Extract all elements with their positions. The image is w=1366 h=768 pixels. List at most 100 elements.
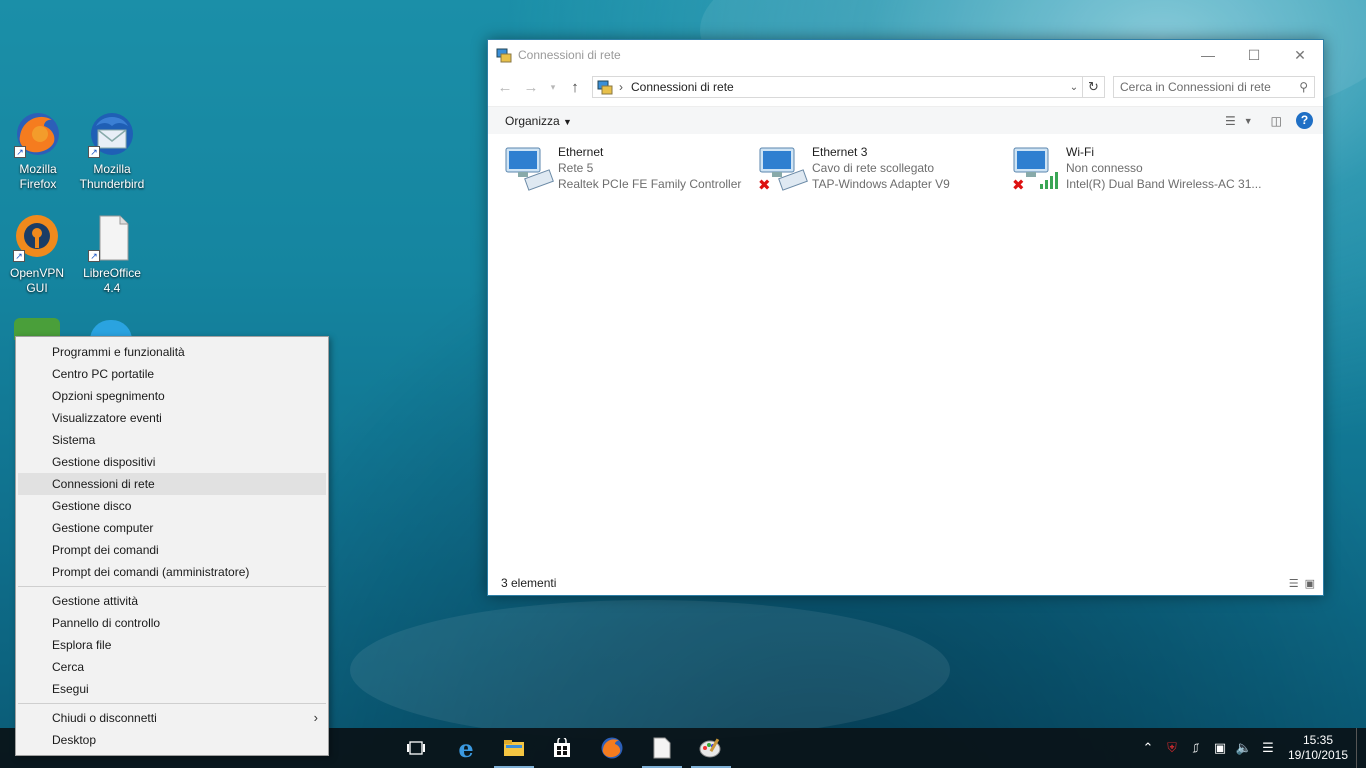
up-arrow-icon[interactable]: ↑ [566,79,584,96]
volume-icon[interactable]: 🔈 [1232,740,1256,756]
task-view-icon[interactable] [392,728,440,768]
minimize-icon[interactable]: — [1185,40,1231,70]
desktop-icon-label: 4.4 [103,281,121,295]
disconnected-x-icon: ✖ [758,177,771,194]
menu-item-prompt-dei-comandi-admin[interactable]: Prompt dei comandi (amministratore) [18,561,326,583]
search-box[interactable]: ⚲ [1113,76,1315,98]
search-input[interactable] [1120,80,1300,94]
power-user-context-menu: Programmi e funzionalità Centro PC porta… [15,336,329,756]
desktop-icon-label: OpenVPN [9,266,65,280]
menu-item-esegui[interactable]: Esegui [18,678,326,700]
address-bar[interactable]: › Connessioni di rete ⌄ ↻ [592,76,1105,98]
menu-item-chiudi-o-disconnetti[interactable]: Chiudi o disconnetti › [18,707,326,729]
desktop-icon-libreoffice[interactable]: ↗ LibreOffice 4.4 [76,214,148,296]
openvpn-icon: ↗ [13,214,61,262]
menu-item-gestione-disco[interactable]: Gestione disco [18,495,326,517]
back-arrow-icon[interactable]: ← [496,79,514,96]
help-icon[interactable]: ? [1296,112,1313,129]
organize-menu-button[interactable]: Organizza ▼ [505,114,1215,128]
change-view-icon[interactable]: ☰ [1225,114,1236,128]
connection-item-ethernet-3[interactable]: ✖ Ethernet 3 Cavo di rete scollegato TAP… [758,144,1008,194]
address-row: ← → ▾ ↑ › Connessioni di rete ⌄ ↻ ⚲ [488,70,1323,104]
chevron-down-icon[interactable]: ⌄ [1066,82,1082,93]
network-icon[interactable]: ▣ [1208,740,1232,756]
wifi-adapter-icon: ✖ [1012,144,1064,194]
connection-adapter: TAP-Windows Adapter V9 [812,177,950,191]
libreoffice-icon: ↗ [88,214,136,262]
title-bar[interactable]: Connessioni di rete — ☐ ✕ [488,40,1323,70]
ethernet-adapter-icon [504,144,556,192]
desktop-icon-label: Mozilla [93,162,131,176]
antivirus-shield-icon[interactable]: ⛨ [1160,740,1184,756]
desktop-icon-label: Mozilla [19,162,57,176]
connection-name: Ethernet 3 [812,145,868,159]
store-icon[interactable] [538,728,586,768]
show-hidden-icons-chevron-icon[interactable]: ⌃ [1136,740,1160,756]
view-options-chevron-icon[interactable]: ▼ [1244,116,1253,126]
item-count: 3 elementi [501,576,557,590]
menu-item-desktop[interactable]: Desktop [18,729,326,751]
refresh-icon[interactable]: ↻ [1082,77,1104,97]
system-tray: ⌃ ⛨ ⎎ ▣ 🔈 ☰ 15:35 19/10/2015 [1136,728,1366,768]
taskbar: e ⌃ ⛨ ⎎ ▣ 🔈 ☰ 15:35 19/10/2015 [329,728,1366,768]
firefox-icon[interactable] [588,728,636,768]
menu-item-programmi-e-funzionalita[interactable]: Programmi e funzionalità [18,341,326,363]
desktop-icon-label: Firefox [19,177,57,191]
connection-item-ethernet[interactable]: Ethernet Rete 5 Realtek PCIe FE Family C… [504,144,754,192]
menu-item-pannello-di-controllo[interactable]: Pannello di controllo [18,612,326,634]
clock[interactable]: 15:35 19/10/2015 [1280,733,1356,763]
libreoffice-icon[interactable] [638,728,686,768]
breadcrumb[interactable]: Connessioni di rete [631,80,1066,94]
desktop-icon-firefox[interactable]: ↗ Mozilla Firefox [2,110,74,192]
menu-separator [18,703,326,704]
menu-item-label: Chiudi o disconnetti [52,711,157,725]
close-icon[interactable]: ✕ [1277,40,1323,70]
clock-time: 15:35 [1302,733,1334,747]
thunderbird-icon: ↗ [88,110,136,158]
ethernet-adapter-icon: ✖ [758,144,810,194]
network-folder-icon [597,80,613,95]
action-center-icon[interactable]: ☰ [1256,740,1280,756]
desktop-icon-thunderbird[interactable]: ↗ Mozilla Thunderbird [76,110,148,192]
details-view-icon[interactable]: ☰ [1289,577,1299,590]
show-desktop-button[interactable] [1356,728,1366,768]
menu-item-centro-pc-portatile[interactable]: Centro PC portatile [18,363,326,385]
submenu-chevron-right-icon: › [313,710,318,725]
forward-arrow-icon[interactable]: → [522,79,540,96]
desktop-icon-label: LibreOffice [83,266,141,280]
large-icons-view-icon[interactable]: ▣ [1305,577,1315,590]
menu-item-prompt-dei-comandi[interactable]: Prompt dei comandi [18,539,326,561]
menu-item-esplora-file[interactable]: Esplora file [18,634,326,656]
power-icon[interactable]: ⎎ [1184,740,1208,756]
menu-separator [18,586,326,587]
connection-name: Ethernet [558,145,604,159]
recent-locations-chevron-icon[interactable]: ▾ [548,82,558,93]
background-wave [350,600,950,740]
search-icon[interactable]: ⚲ [1299,80,1308,94]
network-folder-icon [496,48,512,63]
file-explorer-icon[interactable] [490,728,538,768]
command-bar: Organizza ▼ ☰ ▼ ◫ ? [488,106,1323,134]
connection-item-wifi[interactable]: ✖ Wi-Fi Non connesso Intel(R) Dual Band … [1012,144,1262,194]
edge-icon[interactable]: e [442,728,490,768]
desktop-icon-label: Thunderbird [79,177,145,191]
menu-item-gestione-computer[interactable]: Gestione computer [18,517,326,539]
menu-item-sistema[interactable]: Sistema [18,429,326,451]
menu-item-opzioni-spegnimento[interactable]: Opzioni spegnimento [18,385,326,407]
connection-status: Non connesso [1066,161,1143,175]
network-connections-window: Connessioni di rete — ☐ ✕ ← → ▾ ↑ › Conn… [487,39,1324,596]
menu-item-connessioni-di-rete[interactable]: Connessioni di rete [18,473,326,495]
window-title: Connessioni di rete [518,48,621,62]
preview-pane-icon[interactable]: ◫ [1271,114,1282,128]
connection-name: Wi-Fi [1066,145,1094,159]
desktop-icon-label: GUI [26,281,48,295]
menu-item-gestione-dispositivi[interactable]: Gestione dispositivi [18,451,326,473]
status-bar: 3 elementi ☰ ▣ [488,571,1323,595]
menu-item-cerca[interactable]: Cerca [18,656,326,678]
menu-item-visualizzatore-eventi[interactable]: Visualizzatore eventi [18,407,326,429]
maximize-icon[interactable]: ☐ [1231,40,1277,70]
chevron-down-icon: ▼ [563,116,572,127]
paint-icon[interactable] [687,728,735,768]
menu-item-gestione-attivita[interactable]: Gestione attività [18,590,326,612]
desktop-icon-openvpn[interactable]: ↗ OpenVPN GUI [1,214,73,296]
